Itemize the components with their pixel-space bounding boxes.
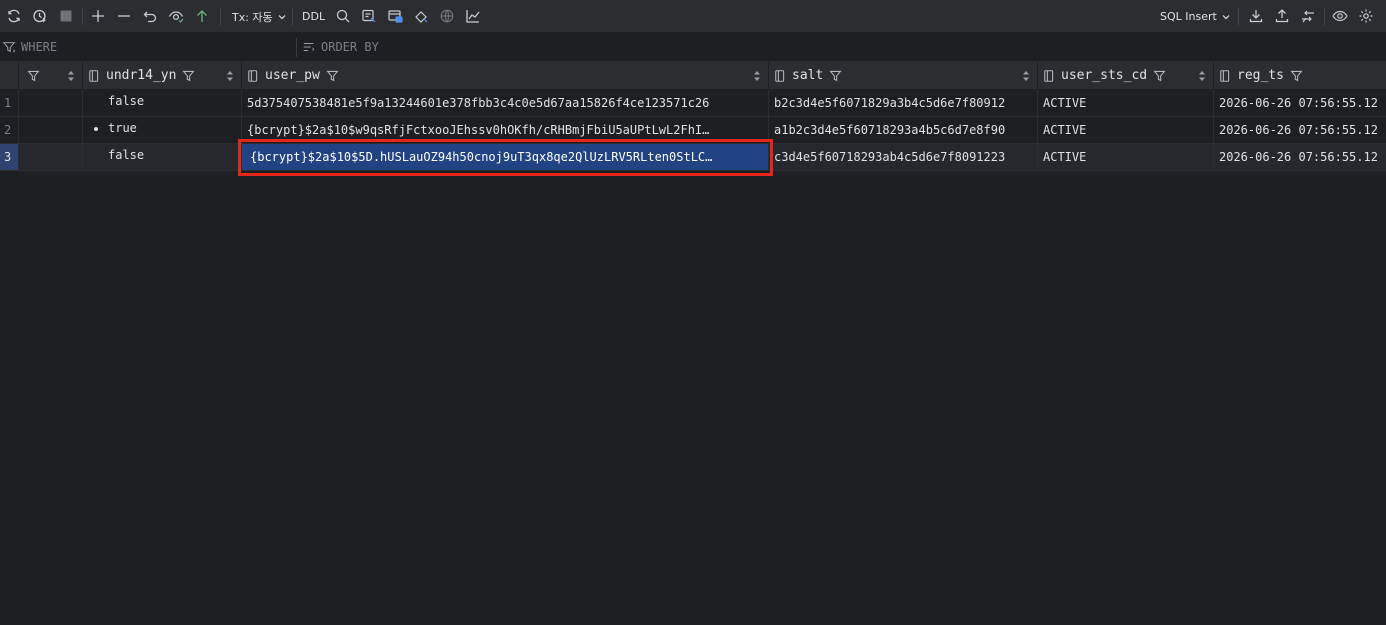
order-by-input[interactable]: ORDER BY [302, 33, 702, 61]
column-name: salt [792, 68, 824, 83]
column-filter-icon[interactable] [182, 69, 195, 82]
transaction-mode-label: Tx: 자동 [232, 10, 273, 24]
column-name: user_pw [265, 68, 320, 83]
sort-icon[interactable] [752, 70, 762, 82]
upload-icon[interactable] [1272, 6, 1292, 26]
data-editor-icon[interactable] [385, 6, 405, 26]
column-header-user-sts-cd[interactable]: user_sts_cd [1038, 62, 1214, 90]
cell-unnamed[interactable] [19, 117, 83, 144]
sort-icon[interactable] [1021, 70, 1031, 82]
chevron-down-icon [278, 14, 286, 19]
column-name: undr14_yn [106, 68, 177, 83]
cell-user-sts-cd[interactable]: ACTIVE [1038, 90, 1214, 117]
row-number-header [0, 62, 19, 90]
toolbar-separator [1238, 8, 1239, 25]
delete-row-icon[interactable] [114, 6, 134, 26]
column-icon [89, 69, 99, 82]
column-header-undr14-yn[interactable]: undr14_yn [83, 62, 242, 90]
cell-unnamed[interactable] [19, 90, 83, 117]
column-name: reg_ts [1237, 68, 1284, 83]
cell-user-pw[interactable]: {bcrypt}$2a$10$w9qsRfjFctxooJEhssv0hOKfh… [242, 117, 769, 144]
chevron-down-icon [1222, 14, 1230, 19]
column-header-user-pw[interactable]: user_pw [242, 62, 769, 90]
sort-icon[interactable] [66, 70, 76, 82]
column-icon [775, 69, 785, 82]
where-label: WHERE [21, 40, 58, 54]
search-icon[interactable] [333, 6, 353, 26]
row-number[interactable]: 1 [0, 90, 19, 117]
column-filter-icon[interactable] [27, 69, 40, 82]
column-icon [1220, 69, 1230, 82]
table-row-selected[interactable]: 3 false {bcrypt}$2a$10$5D.hUSLauOZ94h50c… [0, 144, 1386, 171]
row-number[interactable]: 2 [0, 117, 19, 144]
cell-undr14-yn[interactable]: false [83, 90, 242, 117]
grid-toolbar: Tx: 자동 DDL SQL Insert [0, 0, 1386, 33]
cell-user-pw[interactable]: 5d375407538481e5f9a13244601e378fbb3c4c0e… [242, 90, 769, 117]
revert-icon[interactable] [140, 6, 160, 26]
toolbar-separator [220, 8, 221, 25]
filter-separator [296, 38, 297, 57]
sql-insert-dropdown[interactable]: SQL Insert [1160, 0, 1231, 33]
transaction-mode-dropdown[interactable]: Tx: 자동 [232, 0, 287, 33]
stop-icon[interactable] [56, 6, 76, 26]
column-icon [1044, 69, 1054, 82]
sort-icon[interactable] [225, 70, 235, 82]
order-by-label: ORDER BY [321, 40, 379, 54]
column-name: user_sts_cd [1061, 68, 1148, 83]
column-header-reg-ts[interactable]: reg_ts [1214, 62, 1386, 90]
cell-undr14-yn[interactable]: false [83, 144, 242, 171]
auto-refresh-icon[interactable] [30, 6, 50, 26]
column-filter-icon[interactable] [1153, 69, 1166, 82]
where-filter-input[interactable]: WHERE [2, 33, 292, 61]
sql-insert-label: SQL Insert [1160, 10, 1217, 23]
cell-value: true [108, 121, 137, 135]
cell-salt[interactable]: a1b2c3d4e5f60718293a4b5c6d7e8f90 [769, 117, 1038, 144]
sort-lines-icon [303, 42, 315, 52]
column-filter-icon[interactable] [1290, 69, 1303, 82]
row-number[interactable]: 3 [0, 144, 19, 171]
column-filter-icon[interactable] [829, 69, 842, 82]
cell-user-sts-cd[interactable]: ACTIVE [1038, 117, 1214, 144]
toolbar-separator [292, 8, 293, 25]
sort-icon[interactable] [1197, 70, 1207, 82]
query-console-icon[interactable] [359, 6, 379, 26]
table-row[interactable]: 1 false 5d375407538481e5f9a13244601e378f… [0, 90, 1386, 117]
column-icon [248, 69, 258, 82]
table-row[interactable]: 2 true {bcrypt}$2a$10$w9qsRfjFctxooJEhss… [0, 117, 1386, 144]
globe-icon[interactable] [437, 6, 457, 26]
cell-reg-ts[interactable]: 2026-06-26 07:56:55.12 [1214, 144, 1386, 171]
transpose-icon[interactable] [1298, 6, 1318, 26]
filter-bar: WHERE ORDER BY [0, 33, 1386, 62]
submit-icon[interactable] [192, 6, 212, 26]
cell-undr14-yn[interactable]: true [83, 117, 242, 144]
cell-reg-ts[interactable]: 2026-06-26 07:56:55.12 [1214, 117, 1386, 144]
cell-salt[interactable]: c3d4e5f60718293ab4c5d6e7f8091223 [769, 144, 1038, 171]
compare-icon[interactable] [411, 6, 431, 26]
download-icon[interactable] [1246, 6, 1266, 26]
ddl-button[interactable]: DDL [302, 0, 325, 33]
toolbar-separator [82, 8, 83, 25]
cell-user-sts-cd[interactable]: ACTIVE [1038, 144, 1214, 171]
settings-icon[interactable] [1356, 6, 1376, 26]
modified-dot-icon [94, 127, 98, 131]
filter-icon [2, 42, 16, 53]
cell-salt[interactable]: b2c3d4e5f6071829a3b4c5d6e7f80912 [769, 90, 1038, 117]
preview-pending-changes-icon[interactable] [166, 6, 186, 26]
eye-icon[interactable] [1330, 6, 1350, 26]
cell-user-pw-selected[interactable]: {bcrypt}$2a$10$5D.hUSLauOZ94h50cnoj9uT3q… [242, 144, 769, 171]
toolbar-separator [1324, 8, 1325, 25]
cell-unnamed[interactable] [19, 144, 83, 171]
column-header-salt[interactable]: salt [769, 62, 1038, 90]
chart-icon[interactable] [463, 6, 483, 26]
refresh-icon[interactable] [4, 6, 24, 26]
column-header-unnamed[interactable] [19, 62, 83, 90]
column-filter-icon[interactable] [326, 69, 339, 82]
add-row-icon[interactable] [88, 6, 108, 26]
cell-reg-ts[interactable]: 2026-06-26 07:56:55.12 [1214, 90, 1386, 117]
